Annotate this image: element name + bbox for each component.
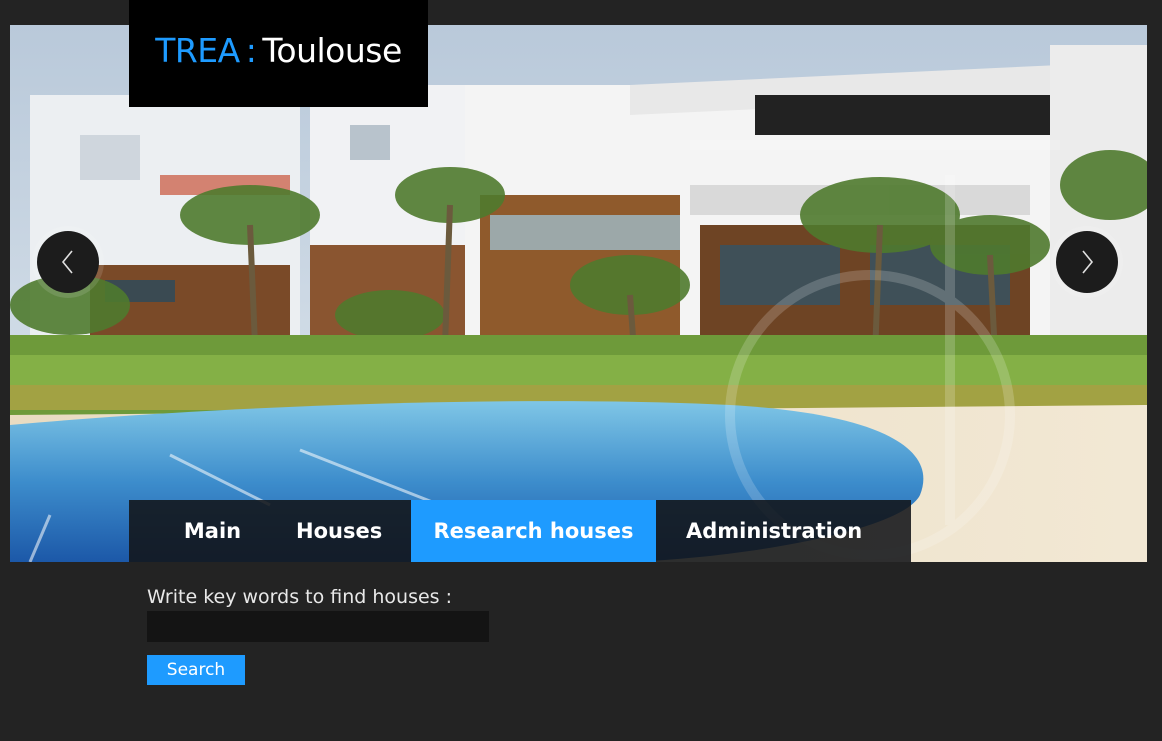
chevron-right-icon — [1082, 250, 1094, 274]
search-label: Write key words to find houses : — [147, 586, 453, 608]
nav-item-main[interactable]: Main — [129, 500, 296, 562]
logo-separator: : — [245, 31, 257, 70]
chevron-left-icon — [61, 250, 73, 274]
search-button[interactable]: Search — [147, 655, 245, 685]
search-input[interactable] — [147, 611, 489, 642]
logo-brand: TREA — [155, 31, 240, 70]
nav-item-houses[interactable]: Houses — [296, 500, 411, 562]
site-logo[interactable]: TREA: Toulouse — [129, 0, 428, 107]
nav-item-administration[interactable]: Administration — [656, 500, 911, 562]
slider-prev-button[interactable] — [37, 231, 99, 293]
logo-city: Toulouse — [262, 31, 402, 70]
slider-next-button[interactable] — [1056, 231, 1118, 293]
page: TREA: Toulouse Main Houses Research house… — [0, 0, 1162, 741]
main-nav: Main Houses Research houses Administrati… — [129, 500, 911, 562]
nav-item-research-houses[interactable]: Research houses — [411, 500, 656, 562]
